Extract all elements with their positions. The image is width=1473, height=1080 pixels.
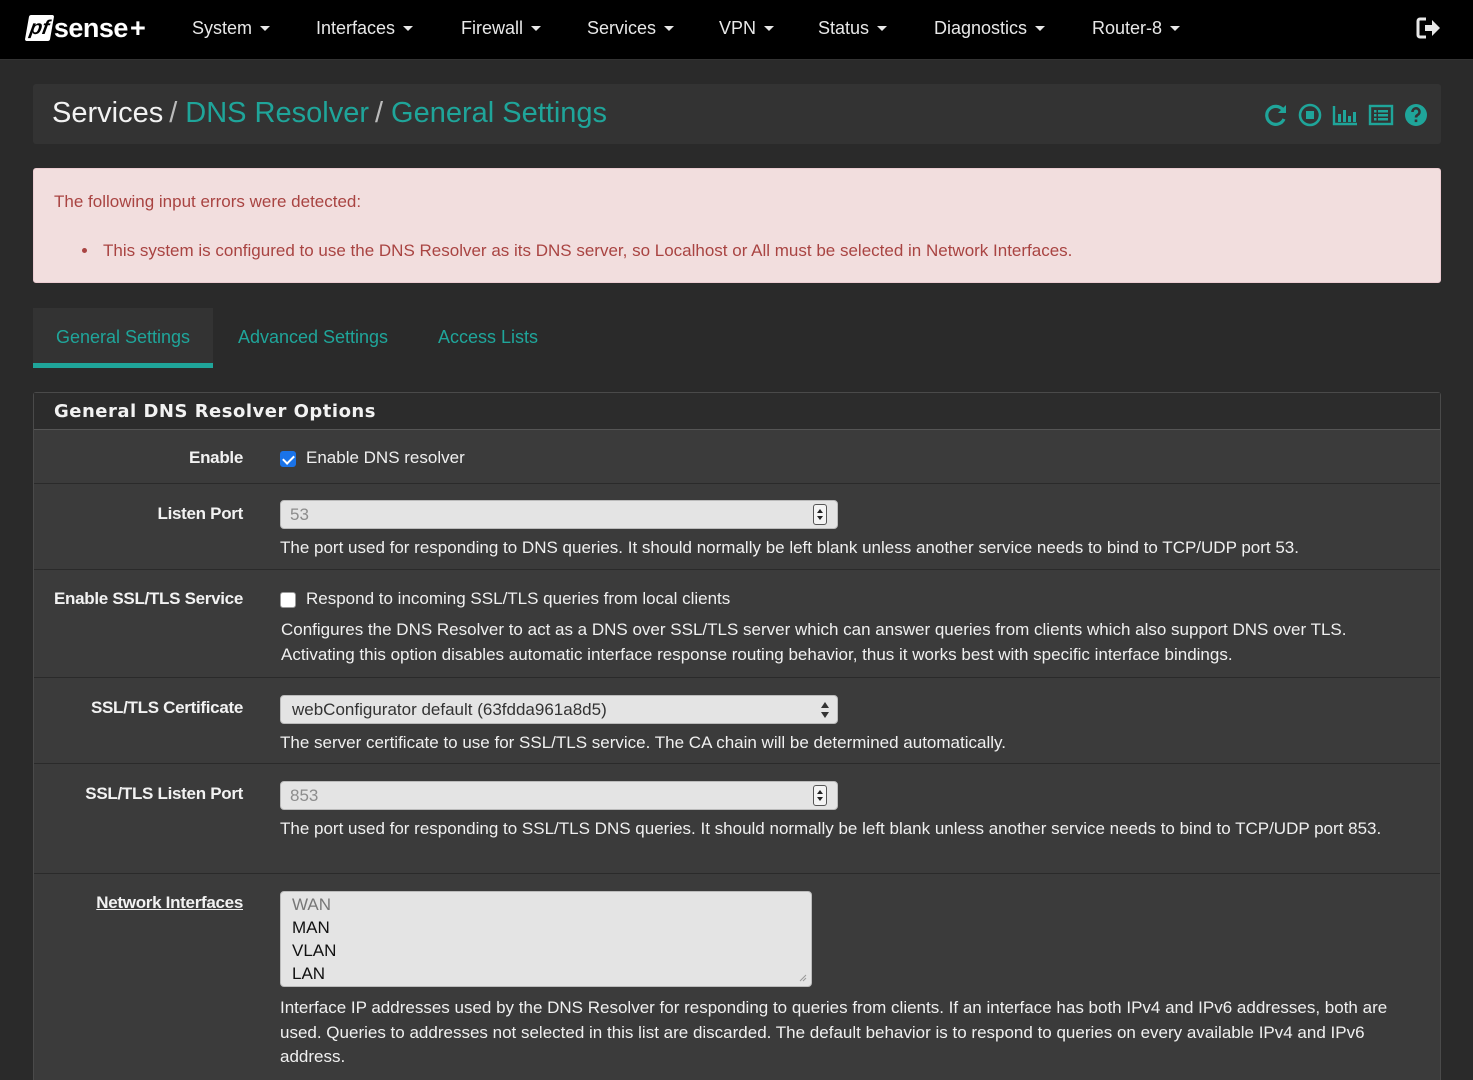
number-spinner-icon[interactable] xyxy=(813,785,827,806)
interface-option-vlan[interactable]: VLAN xyxy=(292,940,811,963)
resize-grip-icon[interactable] xyxy=(799,974,807,982)
nav-services-label: Services xyxy=(587,18,657,38)
alert-message: This system is configured to use the DNS… xyxy=(103,241,1073,260)
tab-general-settings[interactable]: General Settings xyxy=(33,308,213,368)
logo-sense: sense xyxy=(53,12,129,43)
ssl-certificate-selected: webConfigurator default (63fdda961a8d5) xyxy=(292,700,607,719)
alert-title: The following input errors were detected… xyxy=(54,192,362,211)
panel-heading: General DNS Resolver Options xyxy=(34,393,1440,430)
ssl-listen-port-input[interactable]: 853 xyxy=(280,781,838,810)
nav-router[interactable]: Router-8 xyxy=(1092,16,1181,40)
ssl-certificate-help: The server certificate to use for SSL/TL… xyxy=(280,733,1006,752)
number-spinner-icon[interactable] xyxy=(813,504,827,525)
restart-icon[interactable] xyxy=(1263,102,1289,128)
nav-vpn-label: VPN xyxy=(719,18,757,38)
caret-down-icon xyxy=(877,25,888,31)
interface-option-wan[interactable]: WAN xyxy=(292,894,811,917)
row-network-interfaces: Network Interfaces WAN MAN VLAN LAN Inte… xyxy=(34,874,1440,1080)
ssl-listen-port-help: The port used for responding to SSL/TLS … xyxy=(280,819,1382,838)
network-interfaces-listbox[interactable]: WAN MAN VLAN LAN xyxy=(280,891,812,987)
breadcrumb-separator: / xyxy=(374,97,384,129)
sign-out-icon[interactable] xyxy=(1416,16,1442,40)
tab-access-lists[interactable]: Access Lists xyxy=(413,308,563,368)
row-ssl-certificate: SSL/TLS Certificate webConfigurator defa… xyxy=(34,678,1440,764)
nav-status[interactable]: Status xyxy=(818,16,888,40)
ssl-service-checkbox[interactable] xyxy=(280,592,296,608)
ssl-certificate-label: SSL/TLS Certificate xyxy=(90,698,243,717)
network-interfaces-label[interactable]: Network Interfaces xyxy=(96,893,243,913)
ssl-listen-port-placeholder: 853 xyxy=(290,786,319,805)
settings-tabs: General Settings Advanced Settings Acces… xyxy=(33,308,1441,368)
select-arrows-icon xyxy=(821,702,829,718)
caret-down-icon xyxy=(664,25,675,31)
breadcrumb-panel: Services / DNS Resolver / General Settin… xyxy=(33,84,1441,144)
ssl-certificate-select[interactable]: webConfigurator default (63fdda961a8d5) xyxy=(280,695,838,724)
network-interfaces-help: Interface IP addresses used by the DNS R… xyxy=(280,998,1388,1066)
interface-option-lan[interactable]: LAN xyxy=(292,963,811,986)
row-enable: Enable Enable DNS resolver xyxy=(34,431,1440,484)
nav-firewall-label: Firewall xyxy=(461,18,524,38)
listen-port-placeholder: 53 xyxy=(290,505,309,524)
caret-down-icon xyxy=(531,25,542,31)
row-ssl-listen-port: SSL/TLS Listen Port 853 The port used fo… xyxy=(34,764,1440,874)
help-icon[interactable] xyxy=(1403,102,1429,128)
logo-pf: pf xyxy=(24,15,55,41)
nav-system[interactable]: System xyxy=(192,16,271,40)
nav-status-label: Status xyxy=(818,18,870,38)
stop-icon[interactable] xyxy=(1297,102,1323,128)
ssl-service-text: Respond to incoming SSL/TLS queries from… xyxy=(306,589,731,608)
caret-down-icon xyxy=(403,25,414,31)
listen-port-help: The port used for responding to DNS quer… xyxy=(280,538,1299,557)
ssl-service-help-2: Activating this option disables automati… xyxy=(281,645,1233,664)
caret-down-icon xyxy=(764,25,775,31)
breadcrumb-dns-resolver[interactable]: DNS Resolver xyxy=(185,97,369,130)
tab-advanced-settings[interactable]: Advanced Settings xyxy=(213,308,413,368)
nav-firewall[interactable]: Firewall xyxy=(461,16,542,40)
caret-down-icon xyxy=(1170,25,1181,31)
enable-dns-resolver-checkbox[interactable] xyxy=(280,451,296,467)
input-error-alert: The following input errors were detected… xyxy=(33,168,1441,283)
nav-diagnostics-label: Diagnostics xyxy=(934,18,1028,38)
logo-plus: + xyxy=(129,12,146,43)
nav-services[interactable]: Services xyxy=(587,16,675,40)
caret-down-icon xyxy=(1035,25,1046,31)
nav-interfaces[interactable]: Interfaces xyxy=(316,16,414,40)
log-list-icon[interactable] xyxy=(1367,102,1395,128)
enable-label: Enable xyxy=(189,448,243,467)
ssl-listen-port-label: SSL/TLS Listen Port xyxy=(85,784,243,803)
ssl-service-label: Enable SSL/TLS Service xyxy=(54,589,243,608)
enable-dns-resolver-text: Enable DNS resolver xyxy=(306,448,465,467)
breadcrumb-services: Services xyxy=(52,97,164,129)
nav-diagnostics[interactable]: Diagnostics xyxy=(934,16,1046,40)
listen-port-label: Listen Port xyxy=(157,504,244,523)
row-ssl-service: Enable SSL/TLS Service Respond to incomi… xyxy=(34,570,1440,678)
breadcrumb-actions xyxy=(1263,101,1429,129)
nav-interfaces-label: Interfaces xyxy=(316,18,396,38)
nav-system-label: System xyxy=(192,18,253,38)
top-navbar: pf sense + System Interfaces Firewall Se… xyxy=(0,0,1473,60)
panel-title: General DNS Resolver Options xyxy=(54,401,376,422)
pfsense-logo[interactable]: pf sense + xyxy=(24,11,146,45)
breadcrumb-general-settings[interactable]: General Settings xyxy=(391,97,607,130)
nav-vpn[interactable]: VPN xyxy=(719,16,775,40)
breadcrumb-separator: / xyxy=(169,97,178,129)
row-listen-port: Listen Port 53 The port used for respond… xyxy=(34,484,1440,570)
interface-option-man[interactable]: MAN xyxy=(292,917,811,940)
breadcrumb: Services / DNS Resolver / General Settin… xyxy=(52,97,607,130)
caret-down-icon xyxy=(260,25,271,31)
alert-bullet xyxy=(82,248,87,253)
nav-router-label: Router-8 xyxy=(1092,18,1163,38)
listen-port-input[interactable]: 53 xyxy=(280,500,838,529)
general-options-panel: General DNS Resolver Options Enable Enab… xyxy=(33,392,1441,1080)
chart-icon[interactable] xyxy=(1331,102,1359,128)
ssl-service-help-1: Configures the DNS Resolver to act as a … xyxy=(281,620,1347,639)
